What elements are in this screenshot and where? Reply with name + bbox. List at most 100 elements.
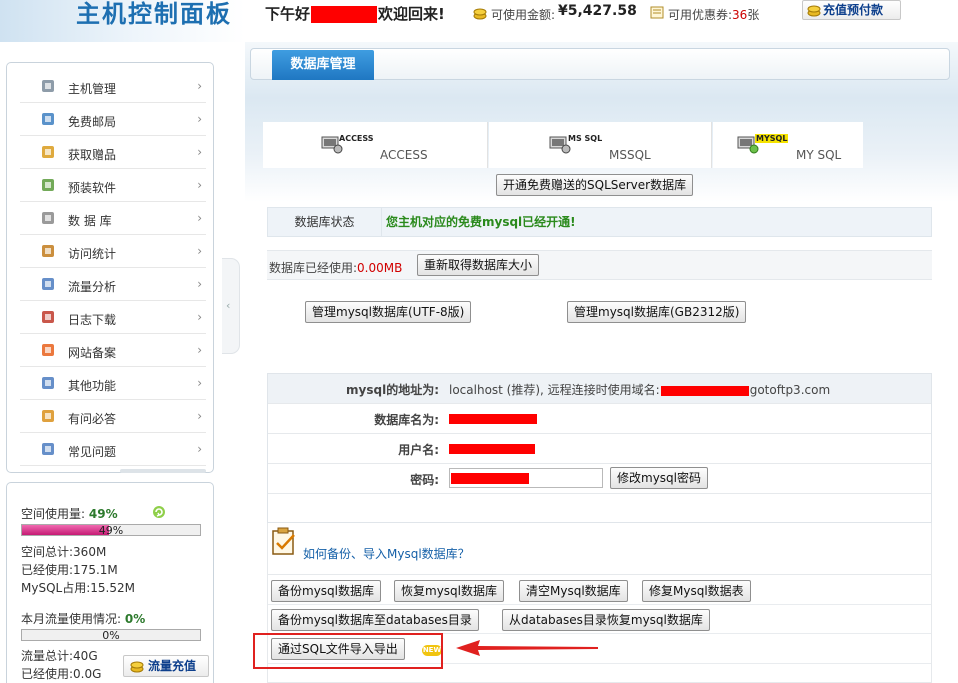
sidebar-item-label: 其他功能 (68, 379, 117, 393)
db-size-label: 数据库已经使用:0.00MB (269, 261, 403, 275)
mysql-address-row: mysql的地址为: localhost (推荐), 远程连接时使用域名: got… (268, 374, 931, 404)
ops-divider (268, 604, 931, 605)
host-icon (42, 80, 54, 92)
help-row: 如何备份、导入Mysql数据库？ (267, 523, 932, 575)
database-icon (42, 212, 54, 224)
chevron-right-icon: › (197, 343, 202, 357)
chevron-right-icon: › (197, 178, 202, 192)
sidebar-item[interactable]: 获取赠品 › (20, 136, 206, 169)
sidebar-item[interactable]: 流量分析 › (20, 268, 206, 301)
db-name-key: 数据库名为: (374, 413, 439, 427)
chevron-right-icon: › (197, 211, 202, 225)
manage-mysql-utf8-button[interactable]: 管理mysql数据库(UTF-8版) (305, 301, 472, 323)
space-total: 空间总计:360M (21, 545, 107, 559)
sidebar-item[interactable]: 访问统计 › (20, 235, 206, 268)
red-arrow-icon (456, 640, 598, 656)
traffic-icon (42, 278, 54, 290)
sidebar-item[interactable]: 日志下载 › (20, 301, 206, 334)
flow-recharge-button[interactable]: 流量充值 (123, 655, 209, 677)
mysql-label: MY SQL (796, 148, 842, 162)
sidebar-item[interactable]: 有问必答 › (20, 400, 206, 433)
db-password-key: 密码: (410, 473, 439, 487)
sidebar-item[interactable]: 免费邮局 › (20, 103, 206, 136)
open-free-sqlserver-button[interactable]: 开通免费赠送的SQLServer数据库 (496, 174, 694, 196)
clipboard-check-icon (272, 527, 295, 555)
restore-from-databases-dir-button[interactable]: 从databases目录恢复mysql数据库 (502, 609, 710, 631)
change-mysql-password-button[interactable]: 修改mysql密码 (610, 467, 708, 489)
chevron-right-icon: › (197, 145, 202, 159)
chevron-right-icon: › (197, 79, 202, 93)
greeting-prefix: 下午好 (265, 5, 311, 23)
coin-icon (473, 8, 487, 20)
db-status-value: 您主机对应的免费mysql已经开通! (386, 215, 576, 229)
db-type-mssql[interactable]: MS SQL MSSQL (489, 122, 712, 168)
mysql-address-key: mysql的地址为: (346, 383, 439, 397)
chevron-right-icon: › (197, 442, 202, 456)
refresh-db-size-button[interactable]: 重新取得数据库大小 (417, 254, 540, 276)
flow-recharge-label: 流量充值 (148, 659, 197, 673)
backup-mysql-button[interactable]: 备份mysql数据库 (271, 580, 381, 602)
logo-text: 主机控制面板 (76, 0, 232, 28)
highlight-box (253, 633, 443, 669)
chevron-right-icon: › (197, 310, 202, 324)
ticket-icon (650, 6, 664, 19)
space-used: 已经使用:175.1M (21, 563, 118, 577)
refresh-icon[interactable] (152, 505, 166, 519)
top-header: 主机控制面板 下午好 欢迎回来! 可使用金额: ¥5,427.58 可用优惠券:3… (0, 0, 958, 42)
chevron-right-icon: › (197, 277, 202, 291)
prepay-button-label: 充值预付款 (823, 3, 884, 17)
db-size-row: 数据库已经使用:0.00MB (267, 250, 932, 280)
chevron-right-icon: › (197, 112, 202, 126)
password-input[interactable] (449, 468, 603, 488)
sidebar-item-label: 常见问题 (68, 445, 117, 459)
mail-icon (42, 113, 54, 125)
sidebar-item-label: 获取赠品 (68, 148, 117, 162)
sidebar-item-label: 主机管理 (68, 82, 117, 96)
backup-to-databases-dir-button[interactable]: 备份mysql数据库至databases目录 (271, 609, 479, 631)
db-type-mysql[interactable]: MYSQL MY SQL (713, 122, 863, 168)
db-size-value: 0.00MB (357, 261, 403, 275)
coin-stack-icon (807, 5, 821, 17)
sidebar-item[interactable]: 其他功能 › (20, 367, 206, 400)
redacted-password (451, 473, 529, 484)
sidebar-item[interactable]: 数 据 库 › (20, 202, 206, 235)
sidebar-scrollbar[interactable] (120, 469, 206, 473)
db-status-row: 数据库状态 您主机对应的免费mysql已经开通! (267, 207, 932, 237)
restore-mysql-button[interactable]: 恢复mysql数据库 (394, 580, 504, 602)
sidebar-item[interactable]: 网站备案 › (20, 334, 206, 367)
balance-value: ¥5,427.58 (558, 3, 637, 19)
flow-usage-label: 本月流量使用情况: 0% (21, 612, 146, 626)
chevron-right-icon: › (197, 376, 202, 390)
record-icon (42, 344, 54, 356)
calendar-icon (42, 311, 54, 323)
redacted-username (311, 6, 378, 23)
balance-label: 可使用金额: (491, 8, 556, 22)
manage-mysql-gb2312-button[interactable]: 管理mysql数据库(GB2312版) (567, 301, 747, 323)
tab-database-management[interactable]: 数据库管理 (272, 50, 374, 80)
user-help-icon (42, 410, 54, 422)
access-label: ACCESS (380, 148, 428, 162)
sidebar-item-label: 数 据 库 (68, 214, 112, 228)
db-name-value (449, 411, 537, 425)
redacted-db-name (449, 413, 537, 424)
flow-usage-bar: 0% (21, 629, 201, 642)
sidebar-item[interactable]: 常见问题 › (20, 433, 206, 466)
repair-mysql-table-button[interactable]: 修复Mysql数据表 (642, 580, 751, 602)
sidebar-item-label: 预装软件 (68, 181, 117, 195)
sidebar-collapse-handle[interactable]: ‹ (222, 258, 240, 354)
backup-import-help-link[interactable]: 如何备份、导入Mysql数据库？ (303, 545, 470, 562)
sidebar-item[interactable]: 预装软件 › (20, 169, 206, 202)
sidebar-item[interactable]: 主机管理 › (20, 70, 206, 103)
db-type-access[interactable]: ACCESS ACCESS (263, 122, 488, 168)
access-tag: ACCESS (339, 134, 374, 143)
clear-mysql-button[interactable]: 清空Mysql数据库 (519, 580, 628, 602)
software-icon (42, 179, 54, 191)
db-password-row: 密码: (268, 464, 931, 494)
flow-usage-bar-text: 0% (102, 629, 120, 642)
greeting-suffix: 欢迎回来! (378, 5, 445, 23)
mysql-tag: MYSQL (755, 134, 789, 143)
sidebar-item-label: 访问统计 (68, 247, 117, 261)
prepay-button[interactable]: 充值预付款 (802, 0, 901, 20)
stats-icon (42, 245, 54, 257)
flow-used: 已经使用:0.0G (21, 667, 102, 681)
